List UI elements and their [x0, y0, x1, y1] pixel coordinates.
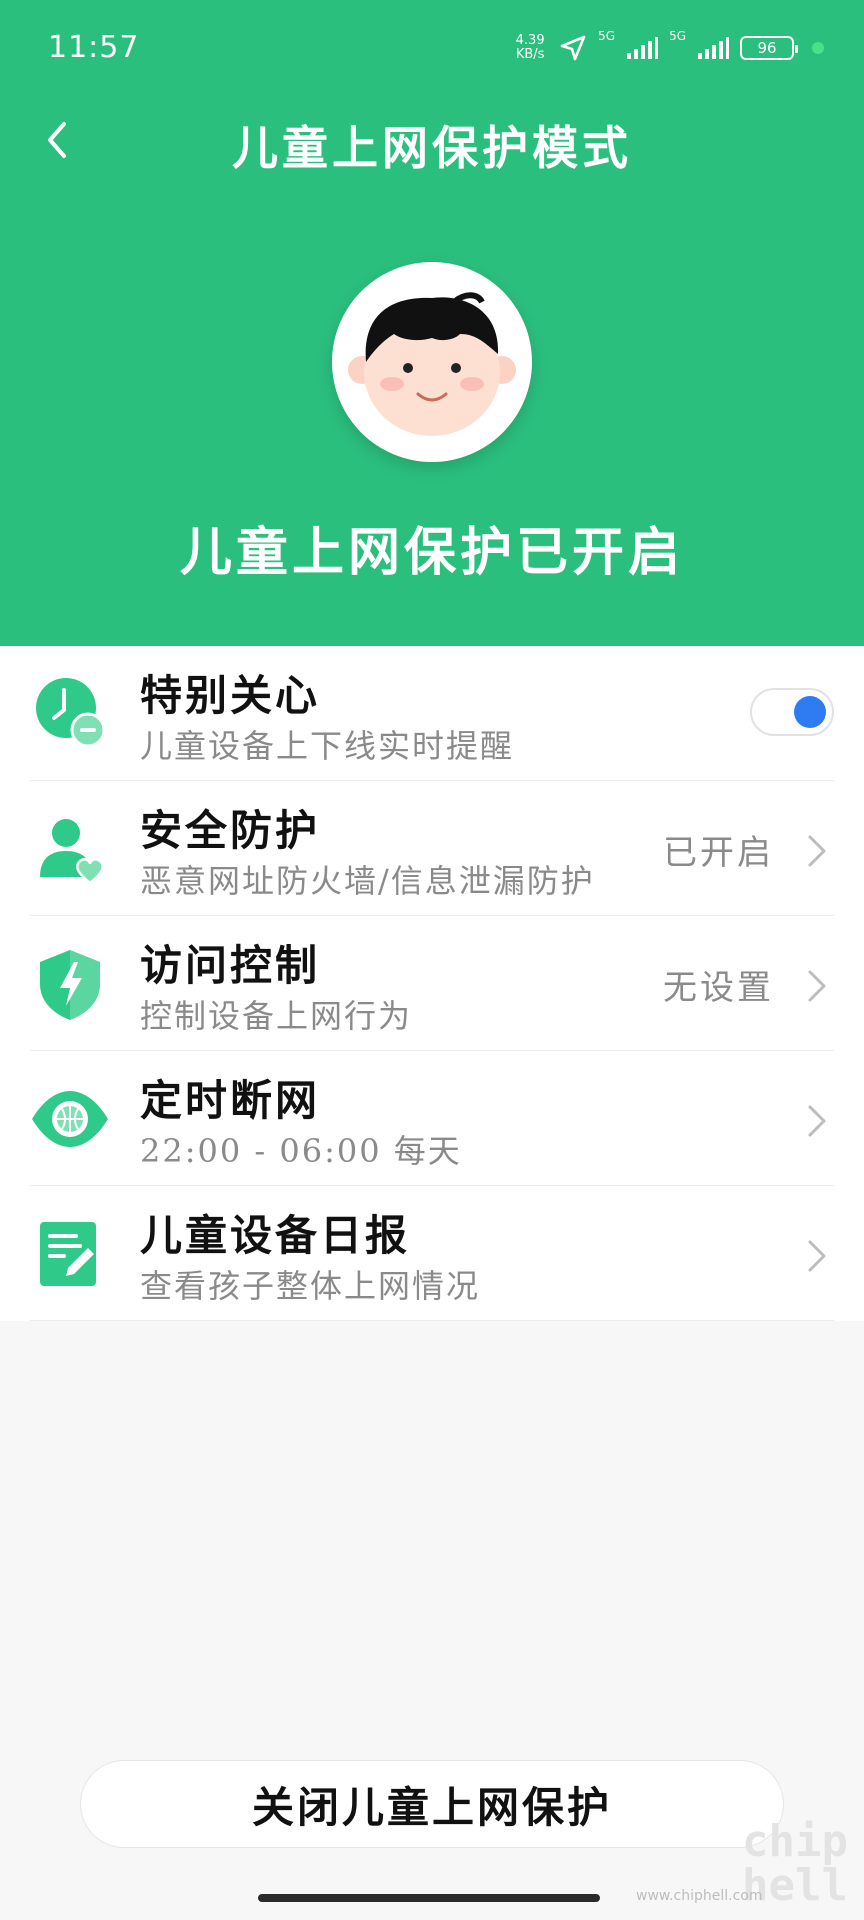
setting-row-security[interactable]: 安全防护 恶意网址防火墙/信息泄漏防护 已开启	[30, 781, 834, 916]
home-indicator[interactable]	[258, 1894, 600, 1902]
setting-title: 访问控制	[140, 941, 321, 990]
setting-row-daily-report[interactable]: 儿童设备日报 查看孩子整体上网情况	[30, 1186, 834, 1321]
status-bar: 11:57 4.39 KB/s 5G 5G 96	[0, 0, 864, 96]
chevron-right-icon	[808, 1105, 826, 1137]
protection-status-text: 儿童上网保护已开启	[179, 522, 684, 583]
setting-row-special-care: 特别关心 儿童设备上下线实时提醒	[30, 646, 834, 781]
setting-subtitle: 恶意网址防火墙/信息泄漏防护	[140, 862, 595, 900]
toggle-knob	[794, 696, 826, 728]
person-heart-icon	[40, 819, 104, 885]
child-face-icon	[348, 292, 516, 436]
setting-title: 定时断网	[140, 1076, 321, 1125]
battery-indicator: 96	[740, 36, 798, 60]
signal-1-label: 5G	[598, 29, 616, 43]
setting-value: 已开启	[663, 833, 774, 873]
setting-title: 安全防护	[140, 806, 321, 855]
location-arrow-icon	[560, 35, 586, 61]
setting-subtitle: 22:00 - 06:00 每天	[140, 1132, 462, 1170]
child-avatar	[332, 262, 532, 462]
setting-title: 儿童设备日报	[140, 1211, 411, 1260]
setting-subtitle: 儿童设备上下线实时提醒	[140, 727, 515, 765]
setting-subtitle: 查看孩子整体上网情况	[140, 1267, 481, 1305]
chevron-right-icon	[808, 835, 826, 867]
setting-row-access-control[interactable]: 访问控制 控制设备上网行为 无设置	[30, 916, 834, 1051]
signal-bars-icon	[627, 37, 659, 59]
clock-minus-icon	[36, 678, 106, 748]
signal-bars-icon	[698, 37, 729, 59]
status-icons: 4.39 KB/s 5G 5G 96	[512, 29, 824, 66]
special-care-toggle[interactable]	[750, 688, 834, 736]
signal-2-label: 5G	[669, 29, 686, 43]
chevron-right-icon	[808, 1240, 826, 1272]
setting-title: 特别关心	[140, 671, 321, 720]
notification-dot	[812, 42, 824, 54]
header-banner: 11:57 4.39 KB/s 5G 5G 96 儿童上网保护模式 儿童上网保护…	[0, 0, 864, 646]
watermark-url: www.chiphell.com	[636, 1888, 763, 1904]
page-title: 儿童上网保护模式	[232, 121, 632, 175]
site-watermark: chip hell www.chiphell.com	[636, 1820, 856, 1916]
settings-list: 特别关心 儿童设备上下线实时提醒 安全防护 恶意网址防火墙/信息泄漏防护 已开启…	[0, 646, 864, 1321]
shield-bolt-icon	[40, 950, 100, 1020]
setting-row-scheduled-disconnect[interactable]: 定时断网 22:00 - 06:00 每天	[30, 1051, 834, 1186]
net-speed: 4.39 KB/s	[515, 33, 545, 62]
setting-subtitle: 控制设备上网行为	[140, 997, 413, 1035]
eye-globe-icon	[32, 1091, 108, 1147]
setting-value: 无设置	[663, 968, 774, 1008]
status-time: 11:57	[48, 30, 140, 65]
chevron-right-icon	[808, 970, 826, 1002]
report-edit-icon	[40, 1222, 96, 1286]
